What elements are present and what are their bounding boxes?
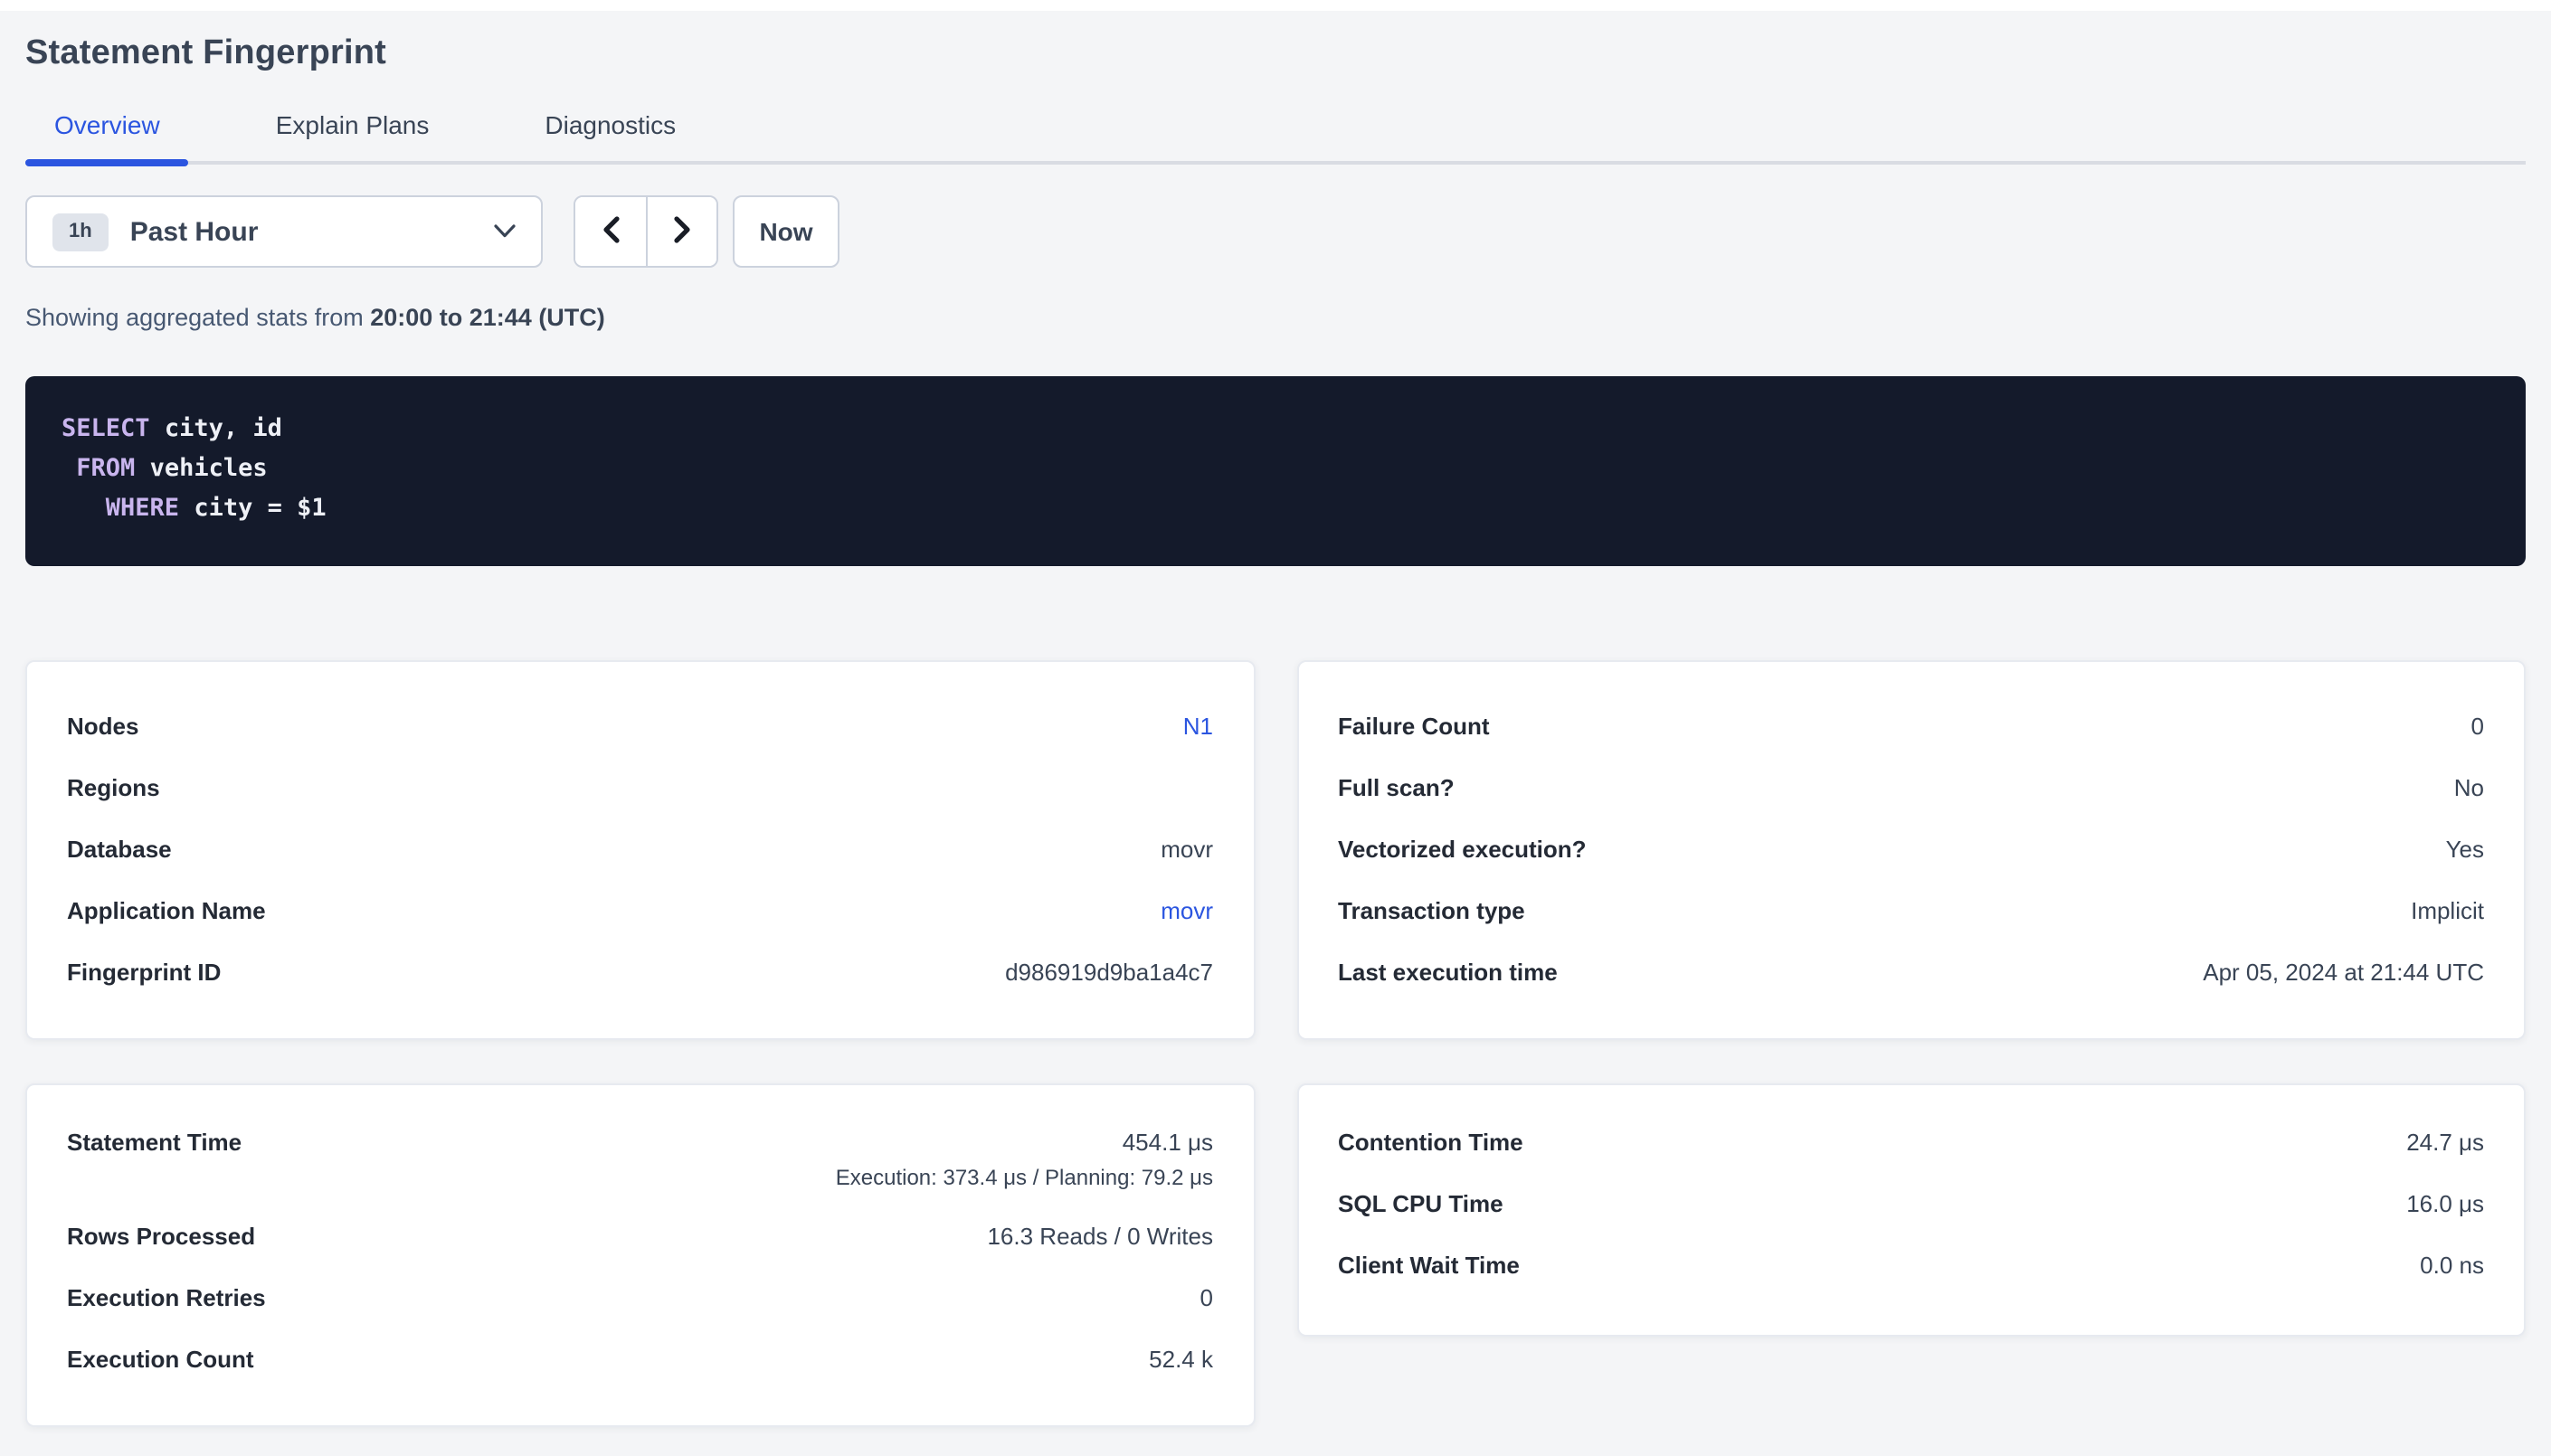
page-title: Statement Fingerprint	[25, 34, 2526, 74]
stats-card-right: Contention Time 24.7 μs SQL CPU Time 16.…	[1296, 1083, 2526, 1337]
tab-diagnostics[interactable]: Diagnostics	[516, 110, 705, 161]
sql-line: FROM vehicles	[62, 449, 2489, 488]
stat-row-execution-count: Execution Count 52.4 k	[67, 1342, 1213, 1378]
detail-row-fingerprint-id: Fingerprint ID d986919d9ba1a4c7	[67, 955, 1213, 991]
stat-row-contention-time: Contention Time 24.7 μs	[1338, 1125, 2484, 1161]
tab-explain-plans[interactable]: Explain Plans	[247, 110, 459, 161]
tab-overview[interactable]: Overview	[25, 110, 189, 161]
statement-fingerprint-page: Statement Fingerprint Overview Explain P…	[0, 0, 2551, 1456]
sql-statement-box: SELECT city, id FROM vehicles WHERE city…	[25, 376, 2526, 566]
details-card-right: Failure Count 0 Full scan? No Vectorized…	[1296, 660, 2526, 1040]
prev-time-button[interactable]	[575, 197, 646, 266]
stat-row-statement-time: Statement Time 454.1 μs Execution: 373.4…	[67, 1125, 1213, 1194]
detail-row-database: Database movr	[67, 832, 1213, 868]
detail-row-failure-count: Failure Count 0	[1338, 709, 2484, 745]
detail-row-vectorized-execution: Vectorized execution? Yes	[1338, 832, 2484, 868]
sql-line: WHERE city = $1	[62, 488, 2489, 528]
application-name-link[interactable]: movr	[1161, 893, 1213, 930]
time-nav-group	[574, 195, 718, 268]
now-button[interactable]: Now	[733, 195, 839, 268]
detail-row-regions: Regions	[67, 771, 1213, 807]
stat-row-execution-retries: Execution Retries 0	[67, 1281, 1213, 1317]
statement-time-breakdown: Execution: 373.4 μs / Planning: 79.2 μs	[836, 1163, 1213, 1194]
chevron-left-icon	[601, 214, 621, 249]
top-strip	[0, 0, 2551, 11]
details-card-left: Nodes N1 Regions Database movr Applicati…	[25, 660, 1255, 1040]
time-controls: 1h Past Hour Now	[25, 195, 2526, 268]
time-range-select[interactable]: 1h Past Hour	[25, 195, 543, 268]
time-range-badge: 1h	[52, 213, 109, 251]
stats-card-left: Statement Time 454.1 μs Execution: 373.4…	[25, 1083, 1255, 1427]
stat-row-sql-cpu-time: SQL CPU Time 16.0 μs	[1338, 1187, 2484, 1223]
detail-row-nodes: Nodes N1	[67, 709, 1213, 745]
chevron-down-icon	[494, 224, 516, 239]
aggregated-stats-line: Showing aggregated stats from 20:00 to 2…	[25, 304, 2526, 331]
detail-row-transaction-type: Transaction type Implicit	[1338, 893, 2484, 930]
detail-row-last-execution-time: Last execution time Apr 05, 2024 at 21:4…	[1338, 955, 2484, 991]
detail-row-application-name: Application Name movr	[67, 893, 1213, 930]
sql-line: SELECT city, id	[62, 409, 2489, 449]
aggregated-stats-range: 20:00 to 21:44 (UTC)	[370, 304, 605, 331]
chevron-right-icon	[672, 214, 692, 249]
statement-time-value: 454.1 μs	[1123, 1125, 1213, 1161]
next-time-button[interactable]	[646, 197, 716, 266]
tabbar: Overview Explain Plans Diagnostics	[25, 110, 2526, 165]
detail-row-full-scan: Full scan? No	[1338, 771, 2484, 807]
stat-row-rows-processed: Rows Processed 16.3 Reads / 0 Writes	[67, 1219, 1213, 1255]
aggregated-stats-prefix: Showing aggregated stats from	[25, 304, 370, 331]
nodes-link[interactable]: N1	[1183, 709, 1213, 745]
stat-row-client-wait-time: Client Wait Time 0.0 ns	[1338, 1248, 2484, 1284]
time-range-label: Past Hour	[130, 216, 494, 247]
